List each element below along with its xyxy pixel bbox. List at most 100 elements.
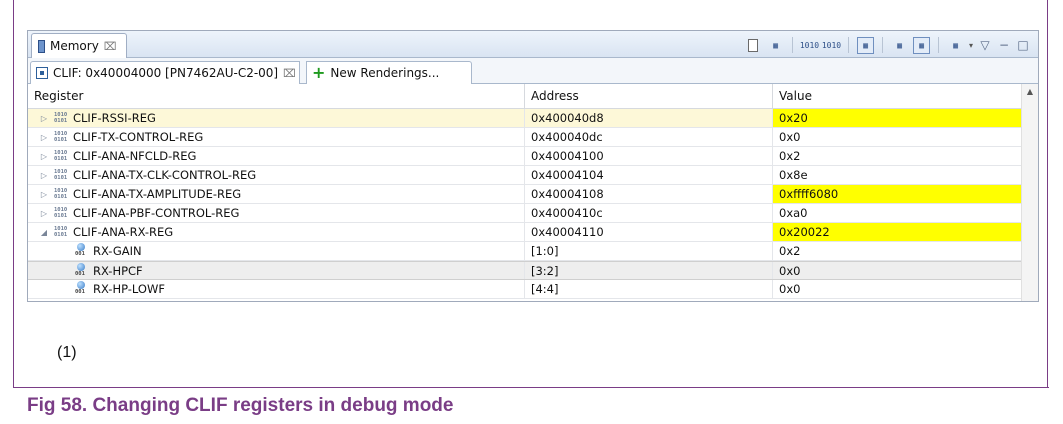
value-cell[interactable]: 0x0 (773, 128, 1022, 146)
value-cell[interactable]: 0x8e (773, 166, 1022, 184)
table-row[interactable]: 001 RX-GAIN [1:0] 0x2 (28, 242, 1022, 261)
minimize-icon[interactable]: − (997, 38, 1011, 52)
column-header-register[interactable]: Register (28, 84, 525, 108)
renderings-tab-bar: CLIF: 0x40004000 [PN7462AU-C2-00] ⌧ + Ne… (28, 58, 1038, 84)
register-icon: 1010 0101 (54, 150, 68, 162)
maximize-icon[interactable]: □ (1016, 38, 1030, 52)
toolbar-separator (791, 37, 793, 53)
value-cell[interactable]: 0x2 (773, 147, 1022, 165)
close-icon[interactable]: ⌧ (283, 67, 296, 80)
register-name: CLIF-RSSI-REG (73, 111, 156, 125)
expanded-twistie-icon[interactable]: ◢ (38, 228, 50, 237)
collapsed-twistie-icon[interactable]: ▷ (38, 133, 50, 142)
address-cell: [3:2] (525, 262, 773, 279)
dropdown-icon[interactable]: ▾ (969, 41, 973, 50)
register-name: RX-GAIN (93, 244, 142, 258)
table-row[interactable]: ▷ 1010 0101 CLIF-ANA-NFCLD-REG 0x40004100 0x… (28, 147, 1022, 166)
register-icon: 1010 0101 (54, 188, 68, 200)
value-cell[interactable]: 0x0 (773, 280, 1022, 298)
export-icon[interactable]: ▦ (767, 37, 784, 54)
plus-icon: + (312, 63, 326, 82)
view-toolbar: ▦ 1010 1010 ▦ ▦ ▦ ▦ ▾ ▽ − □ (745, 36, 1030, 54)
swap-pane-icon[interactable]: ▦ (912, 36, 930, 54)
grid-layout-icon[interactable]: ▦ (891, 37, 908, 54)
tab-memory-label: Memory (50, 39, 99, 53)
address-cell: [1:0] (525, 242, 773, 260)
address-cell: 0x40004100 (525, 147, 773, 165)
register-name: RX-HPCF (93, 263, 143, 278)
register-name-cell: ▷ 1010 0101 CLIF-ANA-PBF-CONTROL-REG (28, 204, 525, 222)
value-cell[interactable]: 0x20 (773, 109, 1022, 127)
register-name: CLIF-TX-CONTROL-REG (73, 130, 204, 144)
collapsed-twistie-icon[interactable]: ▷ (38, 152, 50, 161)
figure-caption: Fig 58. Changing CLIF registers in debug… (27, 395, 454, 416)
toolbar-separator (847, 37, 849, 53)
collapsed-twistie-icon[interactable]: ▷ (38, 171, 50, 180)
bitfield-icon: 001 (74, 281, 88, 297)
register-name-cell: ▷ 1010 0101 CLIF-ANA-TX-AMPLITUDE-REG (28, 185, 525, 203)
register-icon: 1010 0101 (54, 169, 68, 181)
view-menu-icon[interactable]: ▽ (978, 38, 992, 52)
column-header-address[interactable]: Address (525, 84, 773, 108)
register-icon: 1010 0101 (54, 207, 68, 219)
table-header: Register Address Value (28, 84, 1022, 109)
bitfield-icon: 001 (74, 262, 88, 279)
register-icon: 1010 0101 (54, 131, 68, 143)
address-cell: 0x400040d8 (525, 109, 773, 127)
register-name: CLIF-ANA-RX-REG (73, 225, 174, 239)
tab-new-renderings[interactable]: + New Renderings... (306, 61, 472, 84)
memory-view: Memory ⌧ ▦ 1010 1010 ▦ ▦ ▦ ▦ ▾ ▽ − □ CLIF: 0x40004… (27, 30, 1039, 302)
layout-menu-icon[interactable]: ▦ (947, 37, 964, 54)
binary-format-icon[interactable]: 1010 (800, 37, 819, 54)
new-renderings-label: New Renderings... (330, 66, 440, 80)
address-cell: 0x40004108 (525, 185, 773, 203)
value-cell[interactable]: 0x2 (773, 242, 1022, 260)
table-row[interactable]: ▷ 1010 0101 CLIF-ANA-TX-AMPLITUDE-REG 0x400… (28, 185, 1022, 204)
value-cell[interactable]: 0x20022 (773, 223, 1022, 241)
table-row[interactable]: ▷ 1010 0101 CLIF-ANA-TX-CLK-CONTROL-REG 0x4… (28, 166, 1022, 185)
register-icon: 1010 0101 (54, 112, 68, 124)
value-cell[interactable]: 0x0 (773, 262, 1022, 279)
register-name-cell: ▷ 1010 0101 CLIF-RSSI-REG (28, 109, 525, 127)
footnote-marker: (1) (57, 344, 77, 361)
table-row[interactable]: ▷ 1010 0101 CLIF-ANA-PBF-CONTROL-REG 0x4000… (28, 204, 1022, 223)
register-icon: 1010 0101 (54, 226, 68, 238)
toolbar-separator (881, 37, 883, 53)
register-name-cell: ◢ 1010 0101 CLIF-ANA-RX-REG (28, 223, 525, 241)
value-cell[interactable]: 0xffff6080 (773, 185, 1022, 203)
collapsed-twistie-icon[interactable]: ▷ (38, 114, 50, 123)
binary-format-alt-icon[interactable]: 1010 (822, 37, 841, 54)
rendering-tab-label: CLIF: 0x40004000 [PN7462AU-C2-00] (53, 66, 279, 80)
register-name: CLIF-ANA-TX-AMPLITUDE-REG (73, 187, 242, 201)
new-rendering-doc-icon[interactable] (745, 37, 762, 54)
register-name: CLIF-ANA-PBF-CONTROL-REG (73, 206, 240, 220)
address-cell: 0x4000410c (525, 204, 773, 222)
register-name-cell: 001 RX-HP-LOWF (28, 280, 525, 298)
register-name-cell: 001 RX-HPCF (28, 262, 525, 279)
vertical-scrollbar[interactable]: ▲ (1021, 84, 1038, 301)
tab-memory[interactable]: Memory ⌧ (31, 33, 127, 58)
collapsed-twistie-icon[interactable]: ▷ (38, 209, 50, 218)
value-cell[interactable]: 0xa0 (773, 204, 1022, 222)
register-name: CLIF-ANA-NFCLD-REG (73, 149, 197, 163)
column-header-value[interactable]: Value (773, 84, 1022, 108)
table-body: ▷ 1010 0101 CLIF-RSSI-REG 0x400040d8 0x20 ▷ 10… (28, 109, 1022, 299)
scroll-up-icon[interactable]: ▲ (1022, 87, 1038, 96)
tab-clif-rendering[interactable]: CLIF: 0x40004000 [PN7462AU-C2-00] ⌧ (30, 61, 300, 84)
register-name-cell: 001 RX-GAIN (28, 242, 525, 260)
close-icon[interactable]: ⌧ (104, 40, 117, 53)
collapsed-twistie-icon[interactable]: ▷ (38, 190, 50, 199)
table-row[interactable]: ◢ 1010 0101 CLIF-ANA-RX-REG 0x40004110 0x200… (28, 223, 1022, 242)
address-cell: 0x40004110 (525, 223, 773, 241)
caption-divider (13, 387, 1049, 388)
table-row[interactable]: 001 RX-HPCF [3:2] 0x0 (28, 261, 1022, 280)
register-name: RX-HP-LOWF (93, 282, 165, 296)
view-tab-bar: Memory ⌧ ▦ 1010 1010 ▦ ▦ ▦ ▦ ▾ ▽ − □ (28, 31, 1038, 58)
table-row[interactable]: 001 RX-HP-LOWF [4:4] 0x0 (28, 280, 1022, 299)
table-row[interactable]: ▷ 1010 0101 CLIF-TX-CONTROL-REG 0x400040dc 0… (28, 128, 1022, 147)
link-rendering-icon[interactable]: ▦ (856, 36, 874, 54)
memory-icon (38, 39, 45, 53)
table-row[interactable]: ▷ 1010 0101 CLIF-RSSI-REG 0x400040d8 0x20 (28, 109, 1022, 128)
toolbar-separator (937, 37, 939, 53)
register-name-cell: ▷ 1010 0101 CLIF-ANA-TX-CLK-CONTROL-REG (28, 166, 525, 184)
